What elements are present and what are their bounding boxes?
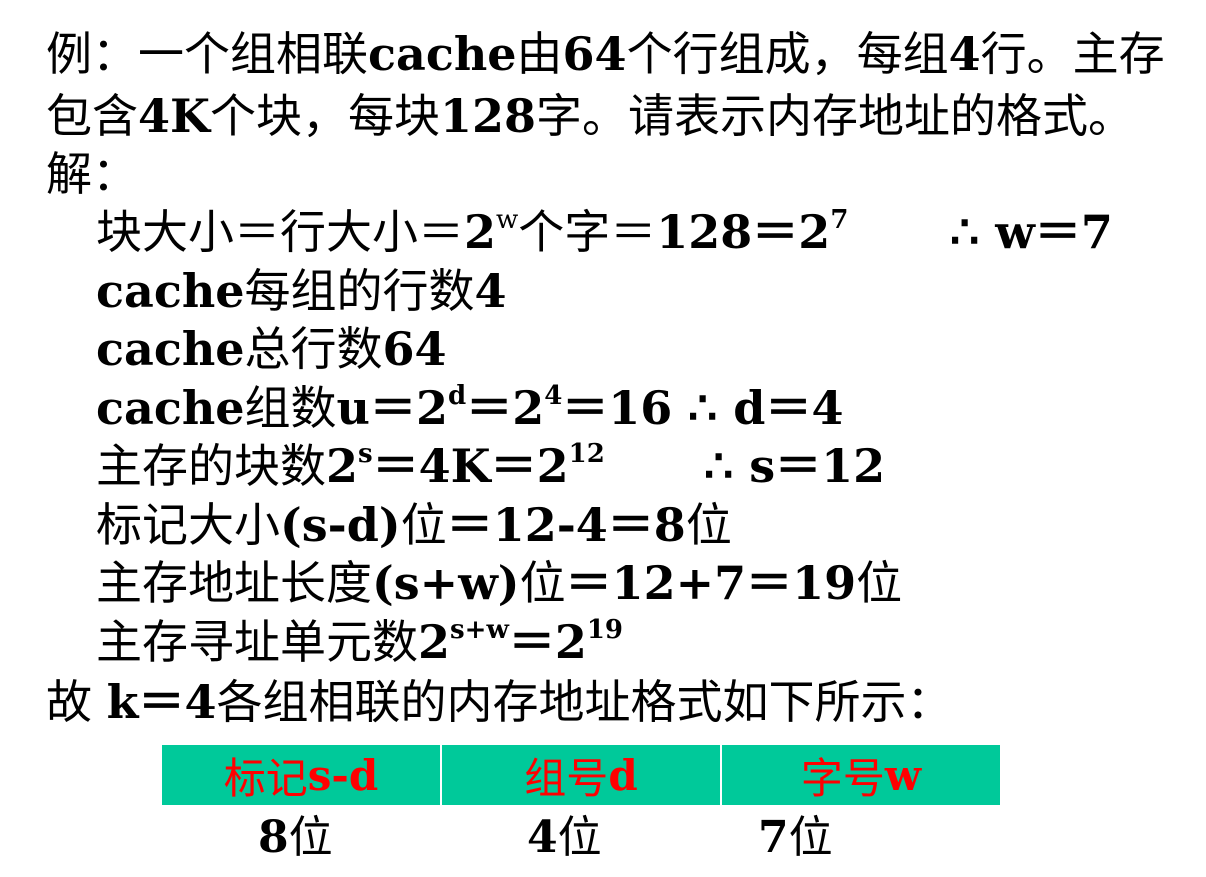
text-segment: 64 bbox=[382, 322, 447, 376]
word-field-cell: 字号 w bbox=[720, 745, 1000, 805]
word-bits: 7位 bbox=[758, 810, 833, 866]
superscript: s bbox=[358, 438, 373, 469]
field-label: 字号 bbox=[800, 753, 885, 803]
text-segment: 2 bbox=[418, 615, 451, 669]
text-segment: ＝2 bbox=[466, 381, 545, 435]
address-units-line: 主存寻址单元数2s+w＝219 bbox=[96, 614, 623, 670]
result-d: ∴ d＝4 bbox=[688, 381, 844, 435]
superscript: 19 bbox=[586, 614, 624, 645]
superscript: 12 bbox=[568, 438, 605, 469]
text-segment: (s-d) bbox=[280, 498, 401, 552]
text-segment: 故 bbox=[46, 675, 107, 729]
bit-unit: 位 bbox=[288, 812, 333, 863]
superscript: 4 bbox=[544, 380, 563, 411]
total-lines-line: cache总行数64 bbox=[96, 321, 447, 377]
text-segment: 组数 bbox=[244, 381, 337, 435]
bit-unit: 位 bbox=[557, 812, 602, 863]
result-w: ∴ w＝7 bbox=[950, 205, 1113, 259]
field-symbol: w bbox=[884, 750, 922, 800]
text-segment: 主存的块数 bbox=[96, 439, 326, 493]
text-segment: 2 bbox=[464, 205, 497, 259]
text-segment: cache bbox=[96, 322, 245, 376]
block-size-line: 块大小＝行大小＝2w个字＝128＝27 bbox=[96, 204, 848, 260]
text-segment: 每组的行数 bbox=[244, 264, 475, 318]
set-field-cell: 组号 d bbox=[440, 745, 720, 805]
text-segment: 主存地址长度 bbox=[96, 556, 372, 610]
text-segment: ＝12-4＝8 bbox=[446, 498, 686, 552]
superscript: 7 bbox=[830, 204, 849, 235]
text-segment: 各组相联的内存地址格式如下所示： bbox=[216, 675, 953, 729]
text-segment: 位 bbox=[519, 556, 566, 610]
text-segment: 2 bbox=[326, 439, 359, 493]
text-segment: 个块，每块 bbox=[210, 89, 440, 143]
tag-field-cell: 标记 s-d bbox=[162, 745, 440, 805]
solution-label: 解： bbox=[46, 147, 138, 201]
set-bits: 4位 bbox=[527, 810, 602, 866]
lines-per-set-line: cache每组的行数4 bbox=[96, 263, 507, 319]
text-segment: 包含 bbox=[46, 89, 138, 143]
address-length-line: 主存地址长度(s+w)位＝12+7＝19位 bbox=[96, 555, 902, 611]
main-blocks-line: 主存的块数2s＝4K＝212 bbox=[96, 438, 605, 494]
text-segment: cache bbox=[96, 264, 245, 318]
text-segment: 总行数 bbox=[244, 322, 383, 376]
slide: 例：一个组相联cache由64个行组成，每组4行。主存 包含4K个块，每块128… bbox=[0, 0, 1206, 877]
text-segment: 128 bbox=[440, 89, 537, 143]
superscript: d bbox=[448, 380, 467, 411]
text-segment: 4 bbox=[474, 264, 507, 318]
text-segment: 位 bbox=[685, 498, 732, 552]
text-segment: ＝12+7＝19 bbox=[565, 556, 857, 610]
text-segment: 行。主存 bbox=[980, 27, 1165, 81]
tag-bits: 8位 bbox=[258, 810, 333, 866]
text-segment: u＝2 bbox=[336, 381, 448, 435]
text-segment: 块大小＝行大小＝ bbox=[96, 205, 464, 259]
field-label: 组号 bbox=[524, 753, 609, 803]
set-count-line: cache组数u＝2d＝24＝16 bbox=[96, 380, 672, 436]
text-segment: 例：一个组相联 bbox=[46, 27, 368, 81]
text-segment: cache bbox=[96, 381, 245, 435]
text-segment: 由 bbox=[516, 27, 563, 81]
text-segment: 位 bbox=[856, 556, 903, 610]
text-segment: 128＝2 bbox=[656, 205, 831, 259]
text-segment: 主存寻址单元数 bbox=[96, 615, 418, 669]
text-segment: 4 bbox=[948, 27, 981, 81]
field-symbol: d bbox=[608, 750, 638, 800]
address-format-table: 标记 s-d 组号 d 字号 w bbox=[162, 745, 1000, 805]
superscript: w bbox=[496, 204, 519, 235]
text-segment: 标记大小 bbox=[96, 498, 280, 552]
field-symbol: s-d bbox=[307, 750, 379, 800]
text-segment: 个字＝ bbox=[518, 205, 657, 259]
field-label: 标记 bbox=[223, 753, 308, 803]
problem-line-1: 例：一个组相联cache由64个行组成，每组4行。主存 bbox=[46, 26, 1165, 82]
text-segment: ＝16 bbox=[562, 381, 673, 435]
problem-line-2: 包含4K个块，每块128字。请表示内存地址的格式。 bbox=[46, 88, 1134, 144]
text-segment: (s+w) bbox=[372, 556, 520, 610]
result-s: ∴ s＝12 bbox=[704, 439, 886, 493]
bit-count: 7 bbox=[758, 812, 789, 863]
text-segment: 字。请表示内存地址的格式。 bbox=[536, 89, 1135, 143]
text-segment: 4K bbox=[138, 89, 210, 143]
text-segment: 位 bbox=[400, 498, 447, 552]
text-segment: ＝4K＝2 bbox=[372, 439, 569, 493]
text-segment: 64 bbox=[562, 27, 627, 81]
tag-size-line: 标记大小(s-d)位＝12-4＝8位 bbox=[96, 497, 732, 553]
conclusion-line: 故 k＝4各组相联的内存地址格式如下所示： bbox=[46, 674, 953, 730]
text-segment: k＝4 bbox=[106, 675, 217, 729]
text-segment: cache bbox=[368, 27, 517, 81]
bit-count: 8 bbox=[258, 812, 289, 863]
text-segment: ＝2 bbox=[508, 615, 587, 669]
text-segment: 个行组成，每组 bbox=[626, 27, 949, 81]
bit-count: 4 bbox=[527, 812, 558, 863]
bit-unit: 位 bbox=[788, 812, 833, 863]
superscript: s+w bbox=[450, 614, 509, 645]
